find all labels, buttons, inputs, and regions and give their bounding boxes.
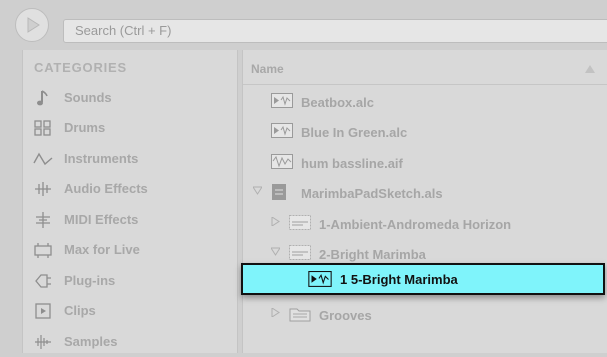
sort-arrow-icon[interactable]	[585, 65, 595, 73]
category-label: Audio Effects	[64, 181, 148, 196]
browser-row[interactable]: hum bassline.aif	[243, 148, 607, 178]
drum-grid-icon	[34, 120, 51, 136]
category-label: Clips	[64, 303, 96, 318]
categories-panel: CATEGORIES Sounds Drums Instruments Audi…	[22, 50, 238, 353]
categories-header: CATEGORIES	[34, 60, 127, 75]
category-label: Plug-ins	[64, 273, 116, 288]
clip-icon	[35, 303, 51, 319]
search-placeholder: Search (Ctrl + F)	[75, 23, 172, 38]
category-label: Instruments	[64, 151, 139, 166]
play-icon	[27, 17, 40, 33]
category-drums[interactable]: Drums	[23, 113, 235, 143]
row-label: Grooves	[319, 308, 372, 323]
category-max-for-live[interactable]: Max for Live	[23, 235, 235, 265]
disclosure-collapsed-icon[interactable]	[271, 217, 280, 226]
category-label: MIDI Effects	[64, 212, 139, 227]
browser-panel: Name Beatbox.alc Blue In Green.alc hum b…	[242, 50, 607, 353]
search-input[interactable]: Search (Ctrl + F)	[63, 19, 607, 43]
row-label: MarimbaPadSketch.als	[301, 186, 443, 201]
preview-play-button[interactable]	[15, 8, 49, 42]
browser-row[interactable]: Blue In Green.alc	[243, 117, 607, 147]
browser-row[interactable]: Grooves	[243, 300, 607, 330]
category-sounds[interactable]: Sounds	[23, 83, 235, 113]
audio-clip-icon	[271, 93, 293, 108]
note-icon	[37, 90, 48, 106]
disclosure-collapsed-icon[interactable]	[271, 308, 280, 317]
folder-icon	[289, 308, 311, 322]
category-label: Max for Live	[64, 242, 140, 257]
max-for-live-icon	[34, 243, 52, 258]
name-column-label: Name	[251, 62, 284, 76]
category-midi-effects[interactable]: MIDI Effects	[23, 205, 235, 235]
plugin-icon	[35, 274, 51, 288]
browser-row[interactable]: 1-Ambient-Andromeda Horizon	[243, 209, 607, 239]
disclosure-expanded-icon[interactable]	[271, 247, 280, 256]
category-plug-ins[interactable]: Plug-ins	[23, 266, 235, 296]
row-label: 1-Ambient-Andromeda Horizon	[319, 217, 512, 232]
browser-row[interactable]: Beatbox.alc	[243, 87, 607, 117]
audio-clip-icon	[308, 271, 332, 287]
category-instruments[interactable]: Instruments	[23, 144, 235, 174]
category-clips[interactable]: Clips	[23, 296, 235, 326]
audio-effect-icon	[35, 182, 51, 196]
audio-sample-icon	[271, 154, 293, 169]
selected-clip-row[interactable]: 1 5-Bright Marimba	[241, 263, 605, 295]
midi-effect-icon	[36, 212, 50, 228]
track-icon	[289, 215, 311, 230]
live-set-icon	[272, 184, 286, 200]
waveform-icon	[33, 152, 53, 166]
top-bar: Search (Ctrl + F)	[0, 0, 607, 50]
category-label: Drums	[64, 120, 106, 135]
track-icon	[289, 245, 311, 260]
name-column-header[interactable]: Name	[243, 50, 607, 85]
audio-clip-icon	[271, 123, 293, 138]
category-label: Samples	[64, 334, 118, 349]
category-audio-effects[interactable]: Audio Effects	[23, 174, 235, 204]
selected-row-label: 1 5-Bright Marimba	[340, 272, 458, 287]
row-label: 2-Bright Marimba	[319, 247, 426, 262]
row-label: hum bassline.aif	[301, 156, 403, 171]
sample-wave-icon	[35, 335, 51, 349]
row-label: Beatbox.alc	[301, 95, 374, 110]
row-label: Blue In Green.alc	[301, 125, 408, 140]
category-label: Sounds	[64, 90, 112, 105]
disclosure-expanded-icon[interactable]	[253, 186, 262, 195]
browser-row[interactable]: MarimbaPadSketch.als	[243, 178, 607, 208]
